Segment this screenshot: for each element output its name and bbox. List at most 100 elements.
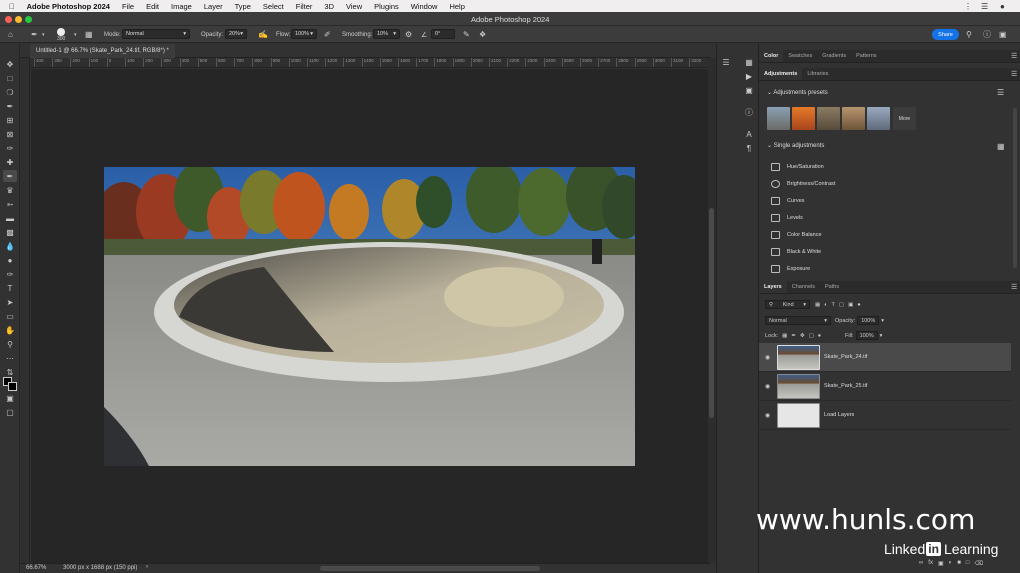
adjustment-hue-saturation[interactable]: Hue/Saturation bbox=[771, 159, 824, 175]
blend-mode-select[interactable]: Normal ▾ bbox=[765, 316, 831, 325]
layer-row[interactable]: ◉ Load Layers bbox=[759, 401, 1011, 430]
document-tab[interactable]: Untitled-1 @ 66.7% (Skate_Park_24.tif, R… bbox=[30, 44, 175, 58]
eraser-tool-icon[interactable]: ▬ bbox=[3, 212, 17, 224]
filter-pixel-icon[interactable]: ▦ bbox=[815, 302, 820, 308]
close-window-button[interactable] bbox=[5, 16, 12, 23]
menu-help[interactable]: Help bbox=[443, 2, 470, 11]
frame-tool-icon[interactable]: ⊠ bbox=[3, 128, 17, 140]
dodge-tool-icon[interactable]: ● bbox=[3, 254, 17, 266]
chevron-right-icon[interactable]: › bbox=[146, 564, 148, 570]
link-icon[interactable]: ∞ bbox=[919, 560, 923, 567]
menu-file[interactable]: File bbox=[116, 2, 140, 11]
type-tool-icon[interactable]: T bbox=[3, 282, 17, 294]
question-icon[interactable]: ⓘ bbox=[983, 26, 991, 43]
zoom-window-button[interactable] bbox=[25, 16, 32, 23]
visibility-eye-icon[interactable]: ◉ bbox=[765, 412, 773, 419]
filter-toggle-icon[interactable]: ● bbox=[857, 302, 860, 308]
menu-3d[interactable]: 3D bbox=[318, 2, 340, 11]
tab-gradients[interactable]: Gradients bbox=[817, 50, 851, 62]
list-view-icon[interactable]: ☰ bbox=[997, 88, 1004, 97]
lock-position-icon[interactable]: ✥ bbox=[800, 333, 805, 339]
menu-image[interactable]: Image bbox=[165, 2, 198, 11]
layer-opacity-field[interactable]: 100% bbox=[857, 316, 880, 325]
more-icon[interactable]: ⋮ bbox=[964, 0, 972, 12]
zoom-tool-icon[interactable]: ⚲ bbox=[3, 338, 17, 350]
app-menu[interactable]: Adobe Photoshop 2024 bbox=[21, 2, 116, 11]
adjustment-curves[interactable]: Curves bbox=[771, 193, 804, 209]
adjustments-scrollbar[interactable] bbox=[1013, 108, 1017, 268]
pressure-size-icon[interactable]: ✎ bbox=[463, 26, 470, 43]
adjustment-exposure[interactable]: Exposure bbox=[771, 261, 810, 277]
preset-thumb-3[interactable] bbox=[817, 107, 840, 130]
angle-field[interactable]: 0° bbox=[431, 29, 455, 39]
search-icon[interactable]: ⚲ bbox=[966, 26, 972, 43]
hand-tool-icon[interactable]: ✋ bbox=[3, 324, 17, 336]
menu-layer[interactable]: Layer bbox=[198, 2, 229, 11]
chevron-down-icon[interactable]: ▾ bbox=[74, 26, 77, 43]
canvas-vertical-scrollbar[interactable] bbox=[708, 58, 716, 563]
history-brush-tool-icon[interactable]: ➳ bbox=[3, 198, 17, 210]
lock-image-icon[interactable]: ✒ bbox=[791, 333, 796, 339]
lasso-tool-icon[interactable]: ❍ bbox=[3, 86, 17, 98]
healing-brush-tool-icon[interactable]: ✚ bbox=[3, 156, 17, 168]
menu-edit[interactable]: Edit bbox=[140, 2, 165, 11]
info-icon[interactable]: ⓘ bbox=[743, 106, 755, 118]
layer-row[interactable]: ◉ Skate_Park_24.tif bbox=[759, 343, 1011, 372]
brush-tool-icon[interactable]: ✒ bbox=[3, 170, 17, 182]
menu-window[interactable]: Window bbox=[405, 2, 444, 11]
new-layer-icon[interactable]: □ bbox=[966, 560, 970, 567]
properties-icon[interactable]: ☰ bbox=[720, 56, 732, 68]
adjustment-color-balance[interactable]: Color Balance bbox=[771, 227, 822, 243]
symmetry-icon[interactable]: ❖ bbox=[479, 26, 486, 43]
smoothing-field[interactable]: 10% ▾ bbox=[373, 29, 400, 39]
marquee-tool-icon[interactable]: □ bbox=[3, 72, 17, 84]
preset-thumb-4[interactable] bbox=[842, 107, 865, 130]
tab-libraries[interactable]: Libraries bbox=[802, 68, 833, 80]
tab-adjustments[interactable]: Adjustments bbox=[759, 68, 803, 80]
menu-select[interactable]: Select bbox=[257, 2, 290, 11]
visibility-eye-icon[interactable]: ◉ bbox=[765, 354, 773, 361]
layer-name[interactable]: Skate_Park_24.tif bbox=[824, 354, 867, 360]
path-selection-tool-icon[interactable]: ➤ bbox=[3, 296, 17, 308]
layer-filter-kind[interactable]: ⚲ Kind ▾ bbox=[765, 300, 810, 309]
chevron-down-icon[interactable]: ▾ bbox=[42, 26, 45, 43]
minimize-window-button[interactable] bbox=[15, 16, 22, 23]
brush-settings-icon[interactable]: ▦ bbox=[85, 26, 93, 43]
workspace-icon[interactable]: ▣ bbox=[999, 26, 1007, 43]
brush-preset-picker[interactable]: 300 bbox=[57, 26, 65, 43]
blur-tool-icon[interactable]: 💧 bbox=[3, 240, 17, 252]
adjustment-levels[interactable]: Levels bbox=[771, 210, 803, 226]
menu-plugins[interactable]: Plugins bbox=[368, 2, 405, 11]
menu-view[interactable]: View bbox=[340, 2, 368, 11]
more-presets-button[interactable]: More bbox=[893, 107, 916, 130]
eyedropper-tool-icon[interactable]: ✑ bbox=[3, 142, 17, 154]
layer-name[interactable]: Load Layers bbox=[824, 412, 854, 418]
gear-icon[interactable]: ⚙ bbox=[405, 26, 412, 43]
lock-transparent-icon[interactable]: ▦ bbox=[782, 333, 787, 339]
pressure-opacity-icon[interactable]: ✍ bbox=[258, 26, 268, 43]
adjustment-brightness-contrast[interactable]: Brightness/Contrast bbox=[771, 176, 835, 192]
mode-select[interactable]: Normal ▾ bbox=[122, 29, 190, 39]
clone-stamp-tool-icon[interactable]: ♛ bbox=[3, 184, 17, 196]
filter-shape-icon[interactable]: ▢ bbox=[839, 302, 844, 308]
mask-icon[interactable]: ▣ bbox=[938, 560, 944, 567]
history-icon[interactable]: ▦ bbox=[743, 56, 755, 68]
tab-paths[interactable]: Paths bbox=[820, 281, 844, 293]
panel-menu-icon[interactable]: ☰ bbox=[1011, 70, 1017, 78]
panel-menu-icon[interactable]: ☰ bbox=[1011, 52, 1017, 60]
pen-tool-icon[interactable]: ✑ bbox=[3, 268, 17, 280]
screen-mode-icon[interactable]: ▢ bbox=[3, 406, 17, 418]
tab-layers[interactable]: Layers bbox=[759, 281, 787, 293]
play-icon[interactable]: ▶ bbox=[743, 70, 755, 82]
flow-field[interactable]: 100% ▾ bbox=[291, 29, 317, 39]
chevron-down-icon[interactable]: ▾ bbox=[881, 318, 884, 324]
background-color-swatch[interactable] bbox=[8, 382, 17, 391]
apple-icon[interactable]:  bbox=[0, 2, 21, 11]
brush-tool-icon[interactable]: ✒ bbox=[31, 26, 38, 43]
scrollbar-thumb[interactable] bbox=[709, 208, 714, 418]
comment-icon[interactable]: ▣ bbox=[743, 84, 755, 96]
filter-type-icon[interactable]: T bbox=[832, 302, 835, 308]
visibility-eye-icon[interactable]: ◉ bbox=[765, 383, 773, 390]
lock-all-icon[interactable]: ● bbox=[818, 333, 821, 339]
adjustment-black-white[interactable]: Black & White bbox=[771, 244, 821, 260]
